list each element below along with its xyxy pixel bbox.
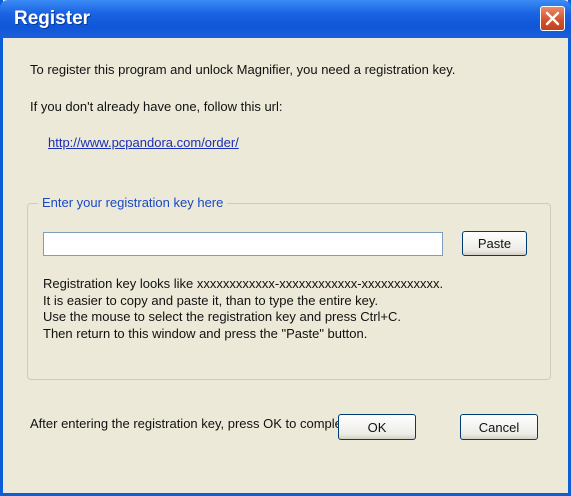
- group-title: Enter your registration key here: [38, 195, 228, 210]
- close-icon: [545, 11, 560, 26]
- footer-note: After entering the registration key, pre…: [30, 416, 375, 431]
- instruction-line: Registration key looks like xxxxxxxxxxxx…: [43, 276, 444, 291]
- title-bar[interactable]: Register: [0, 0, 571, 38]
- instruction-line: Then return to this window and press the…: [43, 325, 368, 341]
- registration-key-group: Enter your registration key here Paste R…: [27, 195, 551, 380]
- register-dialog: Register To register this program and un…: [0, 0, 571, 496]
- paste-button[interactable]: Paste: [462, 231, 527, 256]
- instruction-line: Use the mouse to select the registration…: [43, 309, 402, 324]
- key-instructions: Registration key looks like xxxxxxxxxxxx…: [43, 276, 443, 342]
- url-instruction: If you don't already have one, follow th…: [30, 99, 283, 114]
- instruction-line: It is easier to copy and paste it, than …: [43, 292, 379, 308]
- cancel-button[interactable]: Cancel: [460, 414, 538, 440]
- intro-text: To register this program and unlock Magn…: [30, 62, 456, 77]
- order-link[interactable]: http://www.pcpandora.com/order/: [48, 135, 239, 150]
- window-title: Register: [14, 8, 91, 29]
- ok-button[interactable]: OK: [338, 414, 416, 440]
- registration-key-input[interactable]: [43, 232, 443, 256]
- close-button[interactable]: [540, 6, 565, 31]
